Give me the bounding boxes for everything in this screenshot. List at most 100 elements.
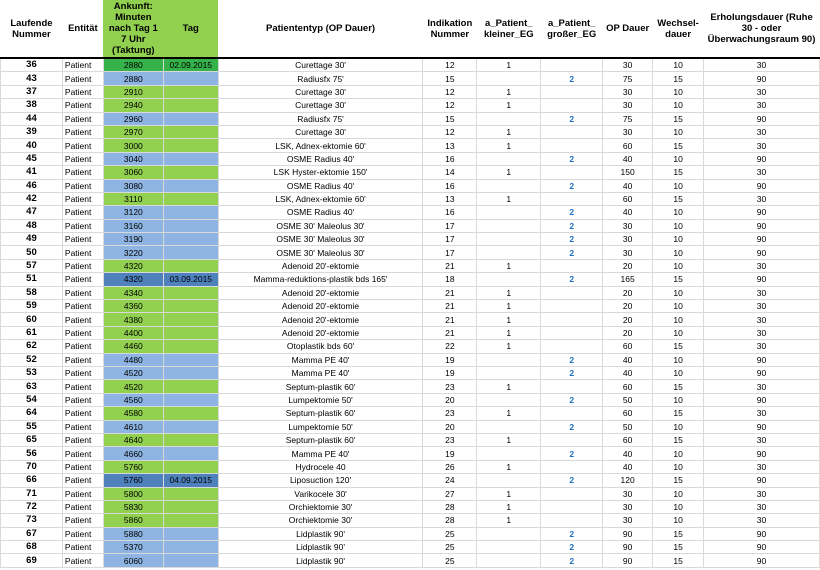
cell-a-grosser[interactable]: 2 bbox=[540, 111, 604, 126]
cell-erholungsdauer[interactable]: 90 bbox=[703, 473, 820, 488]
cell-a-kleiner[interactable]: 1 bbox=[476, 499, 542, 515]
cell-wechseldauer[interactable]: 10 bbox=[652, 486, 705, 501]
cell-erholungsdauer[interactable]: 30 bbox=[703, 379, 820, 394]
cell-erholungsdauer[interactable]: 30 bbox=[703, 124, 820, 140]
cell-a-kleiner[interactable]: 1 bbox=[476, 339, 542, 354]
cell-a-kleiner[interactable]: 1 bbox=[476, 84, 542, 100]
cell-a-kleiner[interactable] bbox=[476, 526, 542, 542]
cell-patiententyp[interactable]: Liposuction 120' bbox=[217, 473, 424, 488]
cell-entitaet[interactable]: Patient bbox=[61, 57, 104, 73]
cell-ankunft[interactable]: 4380 bbox=[102, 312, 164, 327]
cell-wechseldauer[interactable]: 10 bbox=[652, 392, 705, 408]
cell-entitaet[interactable]: Patient bbox=[61, 540, 104, 555]
cell-a-kleiner[interactable] bbox=[476, 178, 542, 193]
cell-indikation[interactable]: 17 bbox=[422, 245, 478, 260]
cell-a-kleiner[interactable] bbox=[476, 232, 542, 247]
cell-a-grosser[interactable]: 2 bbox=[540, 352, 604, 367]
cell-erholungsdauer[interactable]: 90 bbox=[703, 526, 820, 542]
cell-a-kleiner[interactable] bbox=[476, 392, 542, 408]
cell-a-kleiner[interactable] bbox=[476, 419, 542, 434]
cell-tag[interactable] bbox=[162, 312, 219, 327]
cell-erholungsdauer[interactable]: 30 bbox=[703, 165, 820, 180]
cell-erholungsdauer[interactable]: 90 bbox=[703, 232, 820, 247]
cell-ankunft[interactable]: 3060 bbox=[102, 165, 164, 180]
cell-tag[interactable] bbox=[162, 285, 219, 301]
col-header-op-dauer[interactable]: OP Dauer bbox=[602, 0, 653, 59]
cell-entitaet[interactable]: Patient bbox=[61, 232, 104, 247]
cell-a-kleiner[interactable]: 1 bbox=[476, 379, 542, 394]
cell-entitaet[interactable]: Patient bbox=[61, 432, 104, 448]
cell-patiententyp[interactable]: OSME 30' Maleolus 30' bbox=[217, 232, 424, 247]
table-row[interactable]: 69 Patient 6060 Lidplastik 90' 25 2 90 15 90 bbox=[0, 553, 820, 568]
cell-laufende-nummer[interactable]: 62 bbox=[0, 339, 63, 354]
cell-indikation[interactable]: 21 bbox=[422, 258, 478, 274]
table-row[interactable]: 50 Patient 3220 OSME 30' Maleolus 30' 17 2 30 1… bbox=[0, 245, 820, 260]
cell-ankunft[interactable]: 6060 bbox=[102, 553, 164, 568]
table-row[interactable]: 42 Patient 3110 LSK, Adnex-ektomie 60' 13 1 60… bbox=[0, 191, 820, 207]
cell-erholungsdauer[interactable]: 30 bbox=[703, 513, 820, 528]
table-row[interactable]: 60 Patient 4380 Adenoid 20'-ektomie 21 1 20 10 3… bbox=[0, 312, 820, 327]
cell-tag[interactable]: 02.09.2015 bbox=[162, 57, 219, 73]
cell-ankunft[interactable]: 4400 bbox=[102, 325, 164, 341]
cell-erholungsdauer[interactable]: 90 bbox=[703, 553, 820, 568]
table-row[interactable]: 61 Patient 4400 Adenoid 20'-ektomie 21 1 20 10 3… bbox=[0, 325, 820, 341]
cell-tag[interactable] bbox=[162, 352, 219, 367]
cell-indikation[interactable]: 12 bbox=[422, 84, 478, 100]
cell-a-grosser[interactable] bbox=[540, 499, 604, 515]
cell-op-dauer[interactable]: 20 bbox=[602, 325, 654, 341]
cell-wechseldauer[interactable]: 10 bbox=[652, 84, 705, 100]
cell-a-kleiner[interactable] bbox=[476, 205, 542, 220]
cell-tag[interactable] bbox=[162, 151, 219, 167]
cell-op-dauer[interactable]: 90 bbox=[602, 553, 654, 568]
cell-op-dauer[interactable]: 40 bbox=[602, 459, 654, 475]
cell-indikation[interactable]: 19 bbox=[422, 352, 478, 367]
cell-laufende-nummer[interactable]: 60 bbox=[0, 312, 63, 327]
cell-a-grosser[interactable]: 2 bbox=[540, 473, 604, 488]
cell-tag[interactable] bbox=[162, 339, 219, 354]
cell-entitaet[interactable]: Patient bbox=[61, 71, 104, 86]
cell-a-grosser[interactable]: 2 bbox=[540, 553, 604, 568]
cell-patiententyp[interactable]: LSK Hyster-ektomie 150' bbox=[217, 165, 424, 180]
cell-indikation[interactable]: 22 bbox=[422, 339, 478, 354]
cell-entitaet[interactable]: Patient bbox=[61, 379, 104, 394]
cell-op-dauer[interactable]: 165 bbox=[602, 272, 654, 287]
cell-patiententyp[interactable]: Orchiektomie 30' bbox=[217, 513, 424, 528]
cell-indikation[interactable]: 24 bbox=[422, 473, 478, 488]
cell-indikation[interactable]: 12 bbox=[422, 57, 478, 73]
cell-tag[interactable] bbox=[162, 459, 219, 475]
cell-a-kleiner[interactable] bbox=[476, 352, 542, 367]
cell-patiententyp[interactable]: Adenoid 20'-ektomie bbox=[217, 299, 424, 314]
cell-laufende-nummer[interactable]: 73 bbox=[0, 513, 63, 528]
cell-wechseldauer[interactable]: 15 bbox=[652, 191, 705, 207]
cell-tag[interactable] bbox=[162, 392, 219, 408]
cell-tag[interactable] bbox=[162, 84, 219, 100]
cell-wechseldauer[interactable]: 15 bbox=[652, 339, 705, 354]
cell-laufende-nummer[interactable]: 50 bbox=[0, 245, 63, 260]
cell-erholungsdauer[interactable]: 30 bbox=[703, 258, 820, 274]
cell-patiententyp[interactable]: Curettage 30' bbox=[217, 124, 424, 140]
cell-patiententyp[interactable]: Septum-plastik 60' bbox=[217, 379, 424, 394]
table-row[interactable]: 39 Patient 2970 Curettage 30' 12 1 30 10 30 bbox=[0, 124, 820, 140]
cell-a-grosser[interactable]: 2 bbox=[540, 540, 604, 555]
cell-ankunft[interactable]: 4320 bbox=[102, 258, 164, 274]
col-header-patiententyp[interactable]: Patiententyp (OP Dauer) bbox=[218, 0, 423, 59]
table-row[interactable]: 55 Patient 4610 Lumpektomie 50' 20 2 50 10 90 bbox=[0, 419, 820, 434]
cell-tag[interactable] bbox=[162, 191, 219, 207]
cell-patiententyp[interactable]: Varikocele 30' bbox=[217, 486, 424, 501]
cell-indikation[interactable]: 25 bbox=[422, 553, 478, 568]
cell-wechseldauer[interactable]: 10 bbox=[652, 205, 705, 220]
cell-patiententyp[interactable]: LSK, Adnex-ektomie 60' bbox=[217, 191, 424, 207]
cell-indikation[interactable]: 23 bbox=[422, 432, 478, 448]
cell-ankunft[interactable]: 5760 bbox=[102, 473, 164, 488]
cell-laufende-nummer[interactable]: 56 bbox=[0, 446, 63, 461]
cell-indikation[interactable]: 13 bbox=[422, 191, 478, 207]
cell-tag[interactable] bbox=[162, 98, 219, 113]
cell-entitaet[interactable]: Patient bbox=[61, 365, 104, 381]
cell-a-grosser[interactable]: 2 bbox=[540, 205, 604, 220]
cell-laufende-nummer[interactable]: 45 bbox=[0, 151, 63, 167]
table-row[interactable]: 51 Patient 4320 03.09.2015 Mamma-reduktions-… bbox=[0, 272, 820, 287]
cell-a-kleiner[interactable]: 1 bbox=[476, 124, 542, 140]
cell-laufende-nummer[interactable]: 39 bbox=[0, 124, 63, 140]
cell-ankunft[interactable]: 4560 bbox=[102, 392, 164, 408]
table-row[interactable]: 54 Patient 4560 Lumpektomie 50' 20 2 50 10 90 bbox=[0, 392, 820, 408]
